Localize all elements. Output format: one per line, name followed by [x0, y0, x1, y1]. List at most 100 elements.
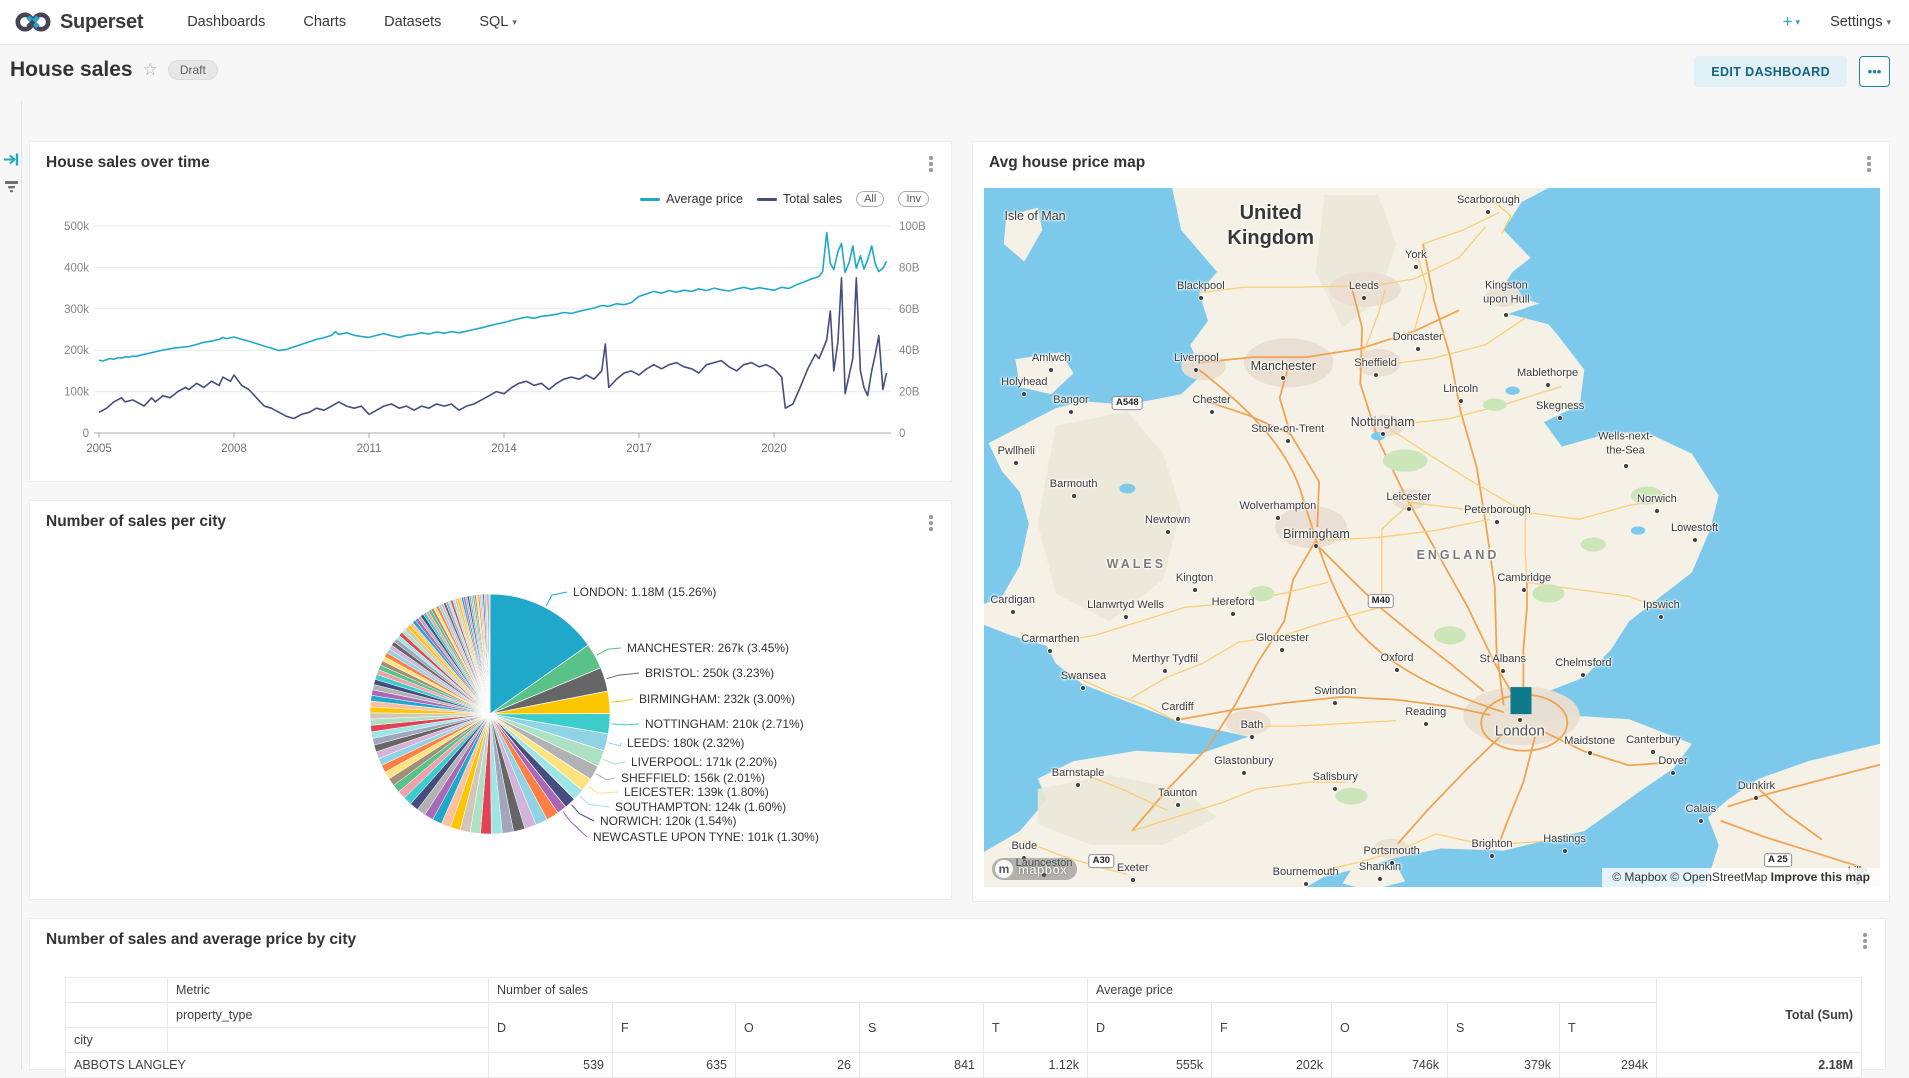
map-city-dot [1014, 461, 1018, 465]
map-label-holyhead: Holyhead [1001, 376, 1047, 390]
dashboard-title: House sales [10, 58, 133, 82]
pie-label-southampton: SOUTHAMPTON: 124k (1.60%) [615, 800, 786, 814]
pivot-total-header: Total (Sum) [1657, 978, 1862, 1053]
map-label-glastonbury: Glastonbury [1214, 755, 1273, 769]
svg-text:20B: 20B [899, 387, 920, 399]
superset-infinity-icon [14, 11, 52, 33]
map-label-swansea: Swansea [1061, 670, 1106, 684]
map-city-dot [1381, 432, 1385, 436]
legend-pill-all[interactable]: All [856, 191, 884, 207]
map-label-isle-of-man: Isle of Man [1004, 209, 1065, 225]
pivot-col-o: O [1332, 1003, 1448, 1053]
nav-item-charts[interactable]: Charts [303, 14, 346, 30]
map-label-mablethorpe: Mablethorpe [1517, 367, 1578, 381]
map-label-salisbury: Salisbury [1313, 771, 1358, 785]
map-label-cambridge: Cambridge [1497, 572, 1551, 586]
chart-menu-kebab-icon[interactable] [923, 154, 939, 174]
map-city-dot [1362, 296, 1366, 300]
map-label-birmingham: Birmingham [1283, 527, 1350, 543]
svg-text:0: 0 [83, 428, 89, 440]
map-city-dot [1166, 530, 1170, 534]
map-labels-layer: United KingdomIsle of ManScarboroughYork… [984, 188, 1880, 887]
map-city-dot [1407, 507, 1411, 511]
map-label-exeter: Exeter [1117, 862, 1149, 876]
svg-text:400k: 400k [64, 262, 89, 274]
nav-item-dashboards[interactable]: Dashboards [187, 14, 265, 30]
map-label-bath: Bath [1241, 719, 1264, 733]
legend-item-average-price[interactable]: Average price [640, 192, 743, 206]
nav-item-datasets[interactable]: Datasets [384, 14, 441, 30]
caret-down-icon: ▾ [1796, 17, 1801, 27]
mapbox-logo[interactable]: m mapbox [992, 858, 1077, 880]
map-city-dot [1671, 771, 1675, 775]
pivot-city-label: city [66, 1028, 168, 1053]
screengrid-cell-marker [1510, 688, 1531, 715]
map-label-merthyr-tydfil: Merthyr Tydfil [1132, 653, 1198, 667]
svg-text:60B: 60B [899, 304, 920, 316]
filter-bar-collapsed [0, 101, 22, 1070]
map-canvas[interactable]: United KingdomIsle of ManScarboroughYork… [984, 188, 1880, 887]
legend-pill-inv[interactable]: Inv [898, 191, 929, 207]
map-label-calais: Calais [1686, 803, 1717, 817]
map-city-dot [1076, 783, 1080, 787]
map-label-canterbury: Canterbury [1626, 734, 1680, 748]
map-label-a548: A548 [1112, 396, 1143, 410]
nav-right: +▾ Settings▾ [1783, 12, 1891, 32]
dashboard-more-button[interactable]: ••• [1859, 56, 1890, 87]
map-label-bournemouth: Bournemouth [1273, 866, 1339, 880]
map-label-gloucester: Gloucester [1256, 632, 1309, 646]
map-label-lincoln: Lincoln [1443, 383, 1478, 397]
attribution-links[interactable]: © Mapbox © OpenStreetMap [1612, 870, 1767, 884]
map-label-hereford: Hereford [1212, 596, 1255, 610]
map-attribution: © Mapbox © OpenStreetMap Improve this ma… [1602, 868, 1880, 887]
map-city-dot [1699, 819, 1703, 823]
pivot-group-number-of-sales: Number of sales [489, 978, 1088, 1003]
panel-number-of-sales-per-city: Number of sales per city LONDON: 1.18M (… [29, 500, 952, 900]
pivot-col-d: D [1088, 1003, 1212, 1053]
pivot-col-d: D [489, 1003, 613, 1053]
edit-dashboard-button[interactable]: EDIT DASHBOARD [1694, 56, 1847, 87]
superset-logo[interactable]: Superset [14, 11, 143, 34]
pivot-table-wrap: MetricNumber of salesAverage priceTotal … [65, 977, 1859, 1078]
map-city-dot [1131, 878, 1135, 882]
map-label-barnstaple: Barnstaple [1052, 767, 1105, 781]
map-city-dot [1754, 796, 1758, 800]
pivot-value-cell: 539 [489, 1053, 613, 1078]
map-label-peterborough: Peterborough [1464, 504, 1531, 518]
pivot-row-city: ABBOTS LANGLEY [66, 1053, 489, 1078]
chart-menu-kebab-icon[interactable] [1857, 931, 1873, 951]
map-city-dot [1286, 439, 1290, 443]
map-city-dot [1659, 615, 1663, 619]
pivot-table: MetricNumber of salesAverage priceTotal … [65, 977, 1862, 1078]
pivot-value-cell: 841 [860, 1053, 984, 1078]
expand-filter-bar-icon[interactable] [3, 151, 20, 168]
pivot-corner [66, 1003, 168, 1028]
map-city-dot [1414, 265, 1418, 269]
map-city-dot [1558, 416, 1562, 420]
favorite-star-icon[interactable]: ☆ [143, 60, 158, 80]
map-label-skegness: Skegness [1536, 400, 1584, 414]
line-chart: 00100k20B200k40B300k60B400k80B500k100B20… [30, 210, 953, 478]
map-label-maidstone: Maidstone [1564, 735, 1615, 749]
nav-item-sql[interactable]: SQL▾ [479, 14, 517, 30]
chart-menu-kebab-icon[interactable] [1861, 154, 1877, 174]
map-city-dot [1490, 854, 1494, 858]
map-label-chester: Chester [1192, 394, 1231, 408]
pivot-corner [168, 1028, 489, 1053]
mapbox-wordmark: mapbox [1018, 862, 1067, 877]
map-label-york: York [1405, 249, 1427, 263]
new-item-button[interactable]: +▾ [1783, 12, 1800, 32]
map-city-dot [1176, 717, 1180, 721]
map-city-dot [1501, 669, 1505, 673]
pivot-col-s: S [1448, 1003, 1560, 1053]
map-label-leicester: Leicester [1386, 491, 1431, 505]
settings-menu[interactable]: Settings▾ [1830, 14, 1891, 30]
filter-icon[interactable] [3, 179, 20, 194]
map-city-dot [1459, 399, 1463, 403]
pivot-corner [66, 978, 168, 1003]
improve-map-link[interactable]: Improve this map [1771, 870, 1870, 884]
map-label-brighton: Brighton [1472, 838, 1513, 852]
status-badge: Draft [168, 60, 218, 80]
panel-house-sales-over-time: House sales over time Average priceTotal… [29, 141, 952, 482]
legend-item-total-sales[interactable]: Total sales [757, 192, 842, 206]
